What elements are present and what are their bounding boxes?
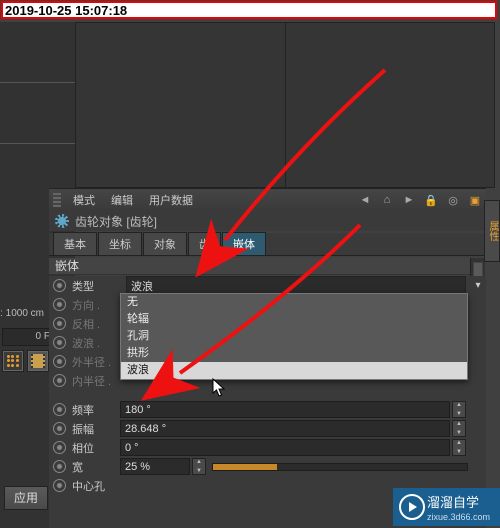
dropdown-option-none[interactable]: 无 — [121, 294, 467, 311]
spinner-icon[interactable]: ▲▼ — [452, 439, 466, 456]
watermark-url: zixue.3d66.com — [427, 512, 490, 522]
attr-label: 频率 — [72, 402, 120, 418]
dropdown-option-wave[interactable]: 波浪 — [121, 362, 467, 379]
attr-label: 反相 . — [72, 316, 120, 332]
dropdown-arrow-icon[interactable]: ▾ — [470, 280, 486, 291]
gear-icon — [55, 214, 69, 228]
spinner-icon[interactable]: ▲▼ — [452, 420, 466, 437]
grid-icon-button[interactable] — [2, 350, 24, 372]
tab-object[interactable]: 对象 — [143, 232, 187, 255]
amp-field[interactable]: 28.648 ° — [120, 420, 450, 437]
radio-icon[interactable] — [53, 422, 66, 435]
viewport-preview[interactable] — [75, 22, 495, 188]
side-tab-attributes[interactable]: 属性 — [484, 200, 500, 262]
width-field[interactable]: 25 % — [120, 458, 190, 475]
play-icon — [399, 494, 425, 520]
menu-edit[interactable]: 编辑 — [103, 192, 141, 208]
frame-field[interactable]: 0 F — [2, 328, 54, 346]
drag-handle-icon[interactable] — [53, 193, 61, 207]
attribute-menubar: 模式 编辑 用户数据 ◄ ⌂ ► 🔒 ◎ ▣ — [49, 188, 486, 211]
radio-icon — [53, 317, 66, 330]
tab-basic[interactable]: 基本 — [53, 232, 97, 255]
radio-icon[interactable] — [53, 279, 66, 292]
dropdown-option-arch[interactable]: 拱形 — [121, 345, 467, 362]
new-tab-icon[interactable]: ▣ — [466, 192, 484, 208]
panel-title: 齿轮对象 [齿轮] — [75, 213, 157, 230]
apply-button[interactable]: 应用 — [4, 486, 48, 510]
tab-inlay[interactable]: 嵌体 — [222, 232, 266, 255]
nav-home-icon[interactable]: ⌂ — [378, 192, 396, 208]
radio-icon[interactable] — [53, 403, 66, 416]
radio-icon — [53, 298, 66, 311]
attr-label: 相位 — [72, 440, 120, 456]
attr-label: 振幅 — [72, 421, 120, 437]
menu-mode[interactable]: 模式 — [65, 192, 103, 208]
attr-label: 外半径 . — [72, 354, 120, 370]
freq-field[interactable]: 180 ° — [120, 401, 450, 418]
dropdown-option-hole[interactable]: 孔洞 — [121, 328, 467, 345]
attr-label: 内半径 . — [72, 373, 120, 389]
target-icon[interactable]: ◎ — [444, 192, 462, 208]
attr-label: 宽 — [72, 459, 120, 475]
radio-icon[interactable] — [53, 441, 66, 454]
watermark: 溜溜自学 zixue.3d66.com — [393, 488, 500, 526]
menu-userdata[interactable]: 用户数据 — [141, 192, 201, 208]
dropdown-option-spoke[interactable]: 轮辐 — [121, 311, 467, 328]
section-title: 嵌体 — [49, 258, 470, 275]
tab-coord[interactable]: 坐标 — [98, 232, 142, 255]
attr-label: 中心孔 — [72, 478, 120, 494]
attribute-tabs: 基本 坐标 对象 齿 嵌体 — [49, 233, 486, 256]
tab-teeth[interactable]: 齿 — [188, 232, 221, 255]
radio-icon — [53, 355, 66, 368]
lock-icon[interactable]: 🔒 — [422, 192, 440, 208]
nav-back-icon[interactable]: ◄ — [356, 192, 374, 208]
spinner-icon[interactable]: ▲▼ — [192, 458, 206, 475]
attr-label: 类型 — [72, 278, 120, 294]
radio-icon — [53, 336, 66, 349]
timestamp-overlay: 2019-10-25 15:07:18 — [1, 1, 497, 19]
attr-label: 波浪 . — [72, 335, 120, 351]
attr-label: 方向 . — [72, 297, 120, 313]
phase-field[interactable]: 0 ° — [120, 439, 450, 456]
left-info: : 1000 cm — [0, 305, 48, 323]
radio-icon — [53, 374, 66, 387]
attributes-lower: 频率 180 ° ▲▼ 振幅 28.648 ° ▲▼ 相位 0 ° ▲▼ 宽 2… — [49, 400, 472, 495]
radio-icon[interactable] — [53, 479, 66, 492]
panel-header: 齿轮对象 [齿轮] — [49, 211, 486, 231]
width-slider[interactable] — [212, 463, 468, 471]
radio-icon[interactable] — [53, 460, 66, 473]
spinner-icon[interactable]: ▲▼ — [452, 401, 466, 418]
watermark-title: 溜溜自学 — [427, 492, 479, 511]
type-dropdown-popup: 无 轮辐 孔洞 拱形 波浪 — [120, 293, 468, 380]
film-icon-button[interactable] — [27, 350, 49, 372]
nav-fwd-icon[interactable]: ► — [400, 192, 418, 208]
